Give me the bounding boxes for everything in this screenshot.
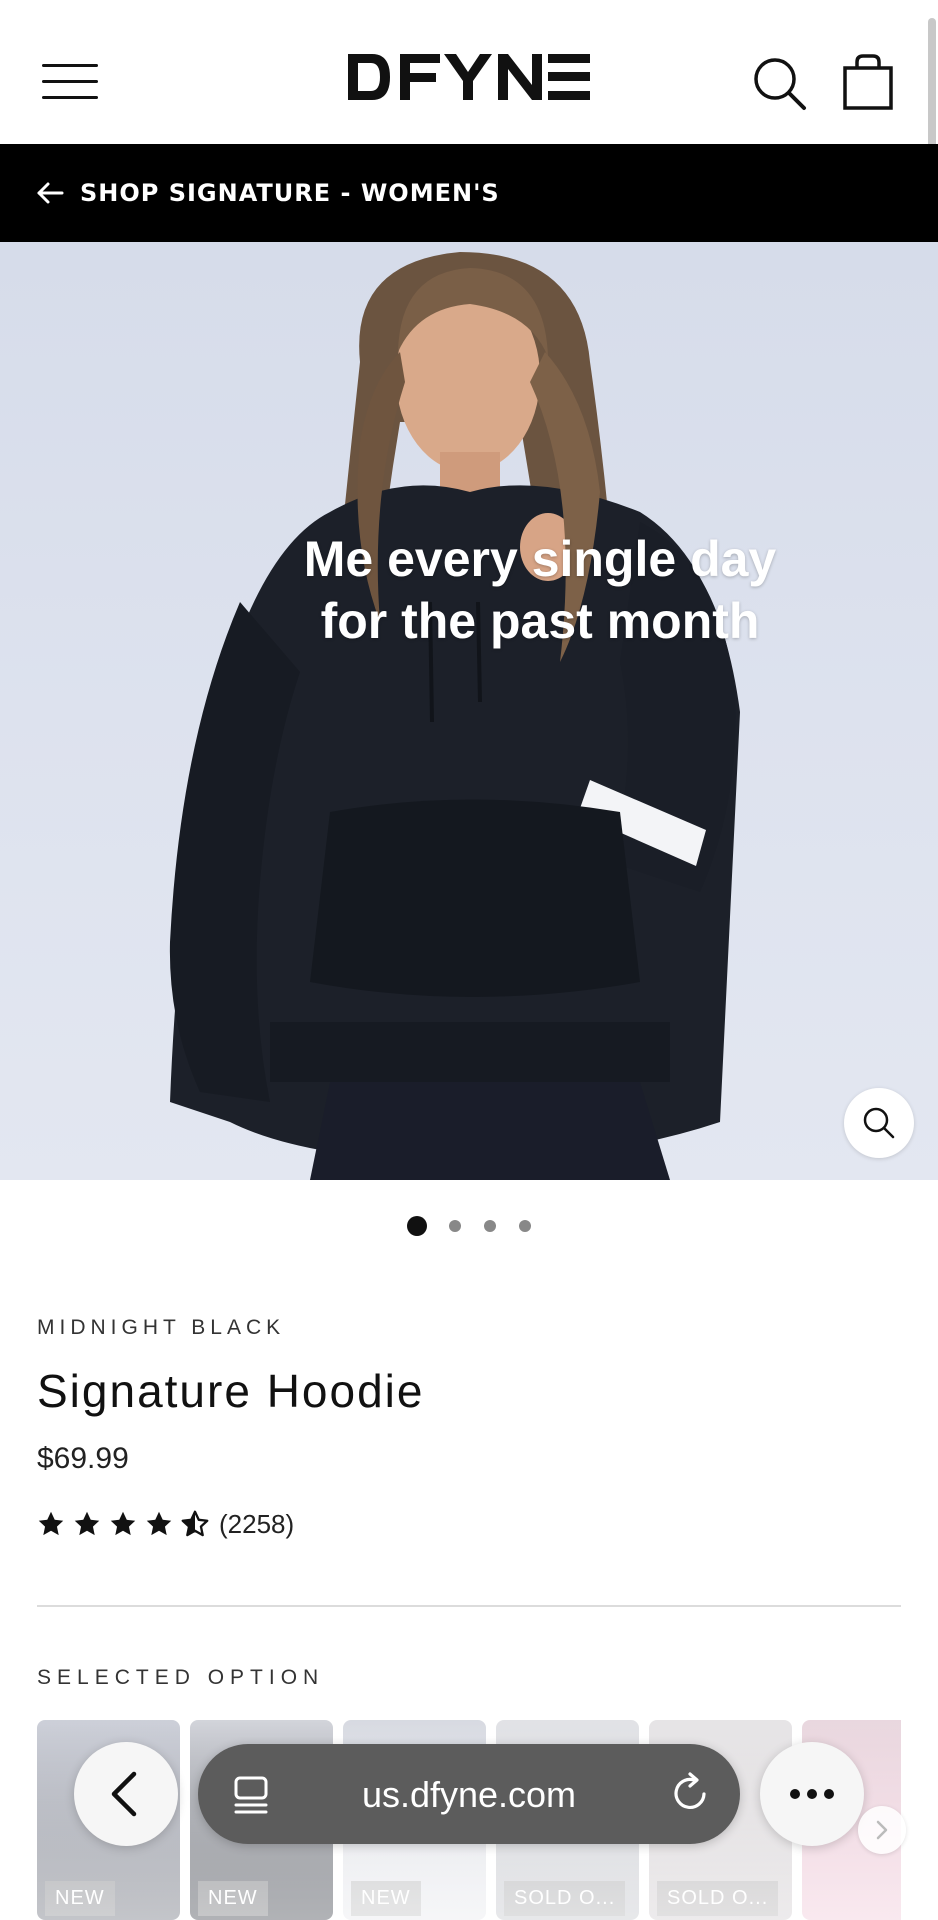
menu-icon-line: [42, 96, 98, 99]
menu-button[interactable]: [42, 62, 98, 102]
star-icon: [110, 1511, 136, 1536]
menu-icon-line: [42, 80, 98, 83]
carousel-dot-3[interactable]: [484, 1220, 496, 1232]
thumbnails-next-button[interactable]: [858, 1806, 906, 1854]
carousel-dot-1[interactable]: [407, 1216, 427, 1236]
review-count[interactable]: (2258): [219, 1509, 294, 1540]
star-icon: [146, 1511, 172, 1536]
cart-icon: [843, 54, 893, 110]
reload-icon[interactable]: [670, 1772, 712, 1814]
option-badge: NEW: [198, 1881, 268, 1916]
search-button[interactable]: [752, 56, 808, 112]
product-photo: [169, 252, 740, 1180]
browser-more-button[interactable]: [760, 1742, 864, 1846]
product-title: Signature Hoodie: [37, 1365, 425, 1417]
star-icon: [74, 1511, 100, 1536]
caption-line-2: for the past month: [320, 593, 760, 649]
dfyne-logo: [348, 54, 590, 100]
address-bar[interactable]: us.dfyne.com: [198, 1744, 740, 1844]
menu-icon: [42, 64, 98, 67]
browser-back-button[interactable]: [74, 1742, 178, 1846]
banner-label: SHOP SIGNATURE - WOMEN'S: [80, 179, 500, 207]
carousel-dots: [0, 1212, 938, 1242]
zoom-button[interactable]: [844, 1088, 914, 1158]
star-half-icon: [181, 1510, 209, 1537]
video-caption: Me every single day for the past month: [300, 528, 780, 652]
option-badge: NEW: [45, 1881, 115, 1916]
star-icon: [38, 1511, 64, 1536]
site-header: [0, 0, 938, 338]
product-price: $69.99: [37, 1442, 129, 1475]
arrow-left-icon: [37, 182, 64, 204]
cart-button[interactable]: [842, 54, 894, 110]
search-icon: [754, 58, 806, 110]
divider: [37, 1605, 901, 1607]
rating-row[interactable]: (2258): [37, 1508, 294, 1540]
chevron-left-icon: [111, 1771, 137, 1817]
product-color-name: MIDNIGHT BLACK: [37, 1316, 286, 1339]
option-badge: NEW: [351, 1881, 421, 1916]
carousel-dot-4[interactable]: [519, 1220, 531, 1232]
product-image-carousel[interactable]: Me every single day for the past month: [0, 242, 938, 1180]
more-dots-icon: [790, 1789, 834, 1799]
selected-option-label: SELECTED OPTION: [37, 1666, 325, 1689]
zoom-icon: [863, 1107, 895, 1139]
carousel-dot-2[interactable]: [449, 1220, 461, 1232]
caption-line-1: Me every single day: [303, 531, 777, 587]
option-badge: SOLD O...: [504, 1881, 626, 1916]
brand-logo[interactable]: [346, 52, 592, 102]
url-text: us.dfyne.com: [361, 1774, 577, 1815]
collection-banner[interactable]: SHOP SIGNATURE - WOMEN'S: [0, 144, 938, 242]
chevron-right-icon: [876, 1820, 888, 1840]
option-badge: SOLD O...: [657, 1881, 779, 1916]
